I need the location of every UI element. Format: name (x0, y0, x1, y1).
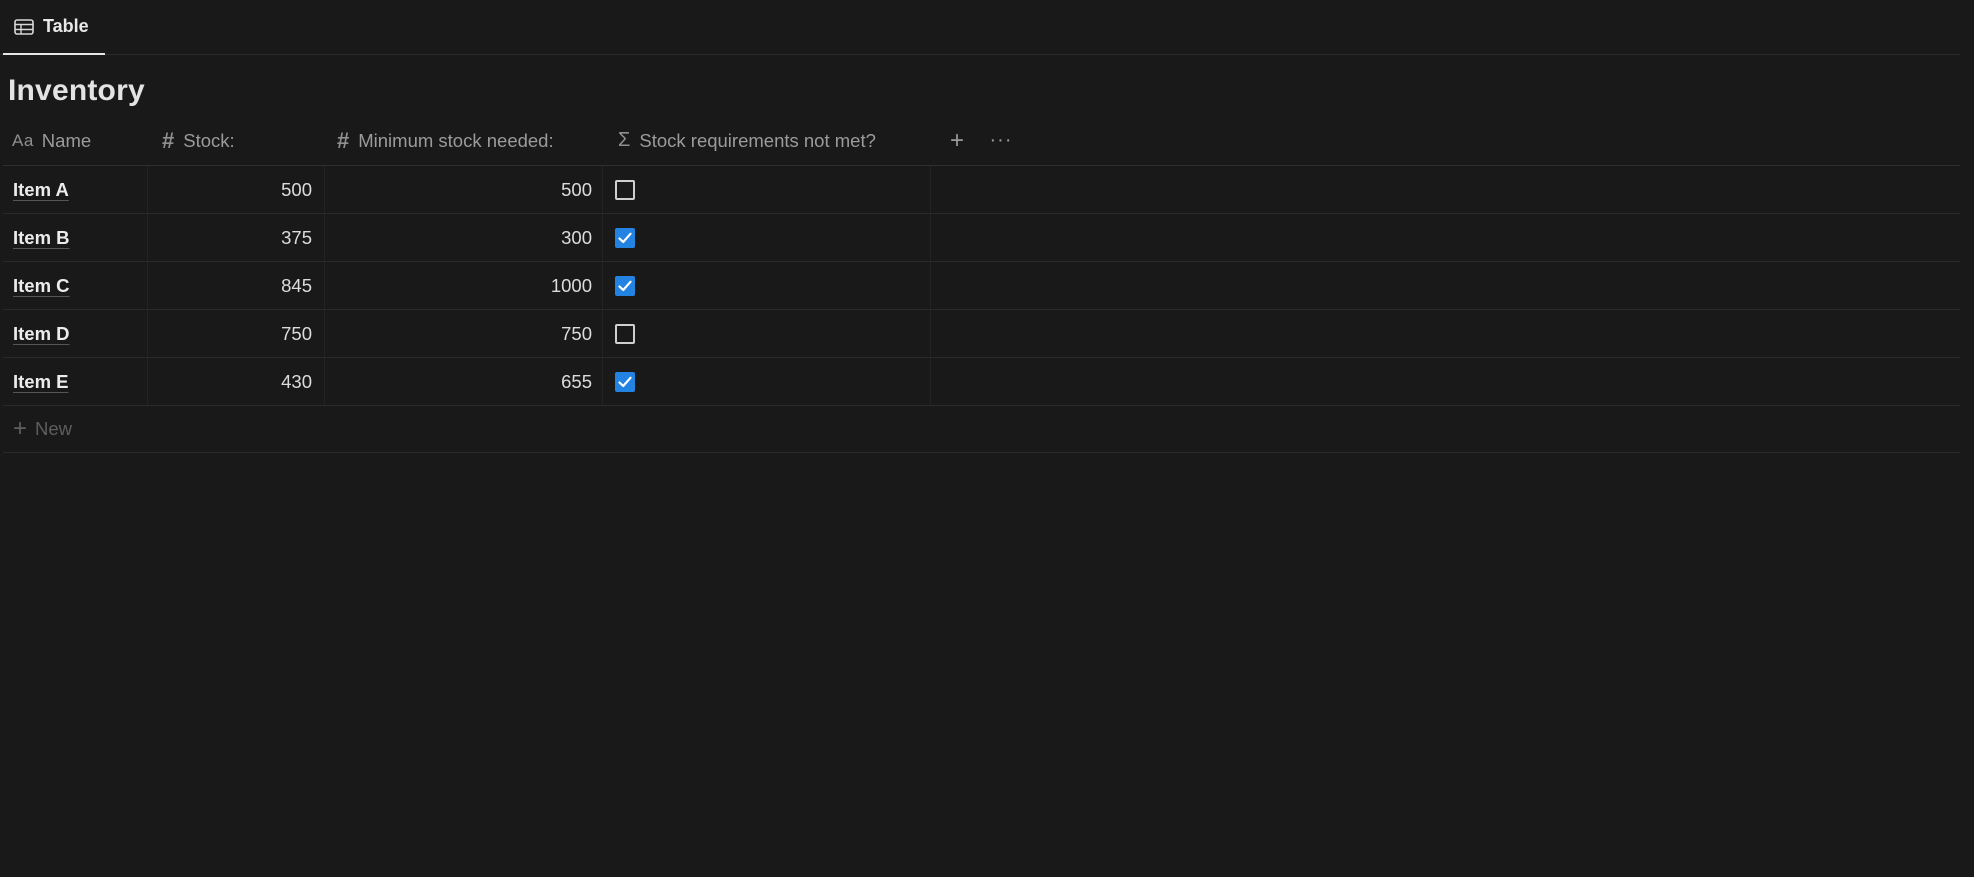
name-cell[interactable]: Item D (3, 310, 148, 357)
minimum-value: 655 (561, 370, 592, 392)
page-title[interactable]: Inventory (8, 74, 145, 108)
requirement-checkbox[interactable] (615, 227, 635, 248)
minimum-value: 500 (561, 178, 592, 200)
checkmark-icon (618, 376, 632, 387)
stock-cell[interactable]: 375 (148, 214, 325, 261)
name-cell[interactable]: Item A (3, 166, 148, 213)
table-row[interactable]: Item A 500 500 (3, 166, 1960, 214)
view-tab-label: Table (43, 16, 89, 36)
minimum-cell[interactable]: 655 (325, 358, 603, 405)
number-property-icon: # (162, 127, 175, 153)
formula-cell[interactable] (603, 358, 931, 405)
database-page: Table Inventory Aa Name # Stock: # Minim… (0, 0, 1974, 877)
table-header-row: Aa Name # Stock: # Minimum stock needed:… (3, 116, 1960, 166)
minimum-cell[interactable]: 500 (325, 166, 603, 213)
column-header-label: Stock: (183, 129, 235, 151)
more-options-button[interactable]: ··· (983, 116, 1019, 165)
minimum-cell[interactable]: 300 (325, 214, 603, 261)
column-header-name[interactable]: Aa Name (3, 116, 148, 165)
item-name[interactable]: Item B (13, 227, 70, 249)
new-row-button[interactable]: + New (13, 406, 72, 452)
minimum-value: 300 (561, 226, 592, 248)
minimum-value: 750 (561, 322, 592, 344)
view-tab-bar: Table (0, 0, 1960, 55)
table-row[interactable]: Item E 430 655 (3, 358, 1960, 406)
name-cell[interactable]: Item C (3, 262, 148, 309)
formula-property-icon: Σ (618, 129, 631, 151)
checkmark-icon (618, 280, 632, 291)
requirement-checkbox[interactable] (615, 371, 635, 392)
add-property-button[interactable]: + (939, 116, 975, 165)
stock-cell[interactable]: 845 (148, 262, 325, 309)
name-cell[interactable]: Item B (3, 214, 148, 261)
stock-value: 430 (281, 370, 312, 392)
formula-cell[interactable] (603, 214, 931, 261)
view-tab-table[interactable]: Table (3, 0, 105, 55)
column-header-label: Name (41, 129, 92, 151)
column-header-minimum[interactable]: # Minimum stock needed: (325, 116, 603, 165)
stock-cell[interactable]: 430 (148, 358, 325, 405)
column-header-stock[interactable]: # Stock: (148, 116, 325, 165)
minimum-value: 1000 (550, 274, 592, 296)
stock-cell[interactable]: 750 (148, 310, 325, 357)
new-row-label: New (35, 418, 73, 439)
name-cell[interactable]: Item E (3, 358, 148, 405)
item-name[interactable]: Item D (13, 323, 70, 345)
requirement-checkbox[interactable] (615, 179, 635, 200)
table-icon (14, 18, 34, 35)
number-property-icon: # (337, 127, 350, 153)
formula-cell[interactable] (603, 166, 931, 213)
plus-icon: + (13, 415, 28, 442)
stock-value: 845 (281, 274, 312, 296)
stock-value: 375 (281, 226, 312, 248)
requirement-checkbox[interactable] (615, 323, 635, 344)
requirement-checkbox[interactable] (615, 275, 635, 296)
item-name[interactable]: Item E (13, 371, 69, 393)
formula-cell[interactable] (603, 310, 931, 357)
stock-value: 750 (281, 322, 312, 344)
column-header-label: Minimum stock needed: (358, 129, 554, 151)
table-row[interactable]: Item B 375 300 (3, 214, 1960, 262)
table-body: Item A 500 500 Item B 375 300 Item C 845… (3, 166, 1960, 406)
text-property-icon: Aa (12, 130, 34, 150)
inventory-table: Aa Name # Stock: # Minimum stock needed:… (3, 116, 1960, 453)
formula-cell[interactable] (603, 262, 931, 309)
table-row[interactable]: Item D 750 750 (3, 310, 1960, 358)
column-header-label: Stock requirements not met? (639, 129, 876, 151)
column-header-formula[interactable]: Σ Stock requirements not met? (603, 116, 931, 165)
stock-cell[interactable]: 500 (148, 166, 325, 213)
new-row: + New (3, 406, 1960, 453)
minimum-cell[interactable]: 1000 (325, 262, 603, 309)
item-name[interactable]: Item C (13, 275, 70, 297)
stock-value: 500 (281, 178, 312, 200)
item-name[interactable]: Item A (13, 179, 69, 201)
checkmark-icon (618, 232, 632, 243)
minimum-cell[interactable]: 750 (325, 310, 603, 357)
table-row[interactable]: Item C 845 1000 (3, 262, 1960, 310)
